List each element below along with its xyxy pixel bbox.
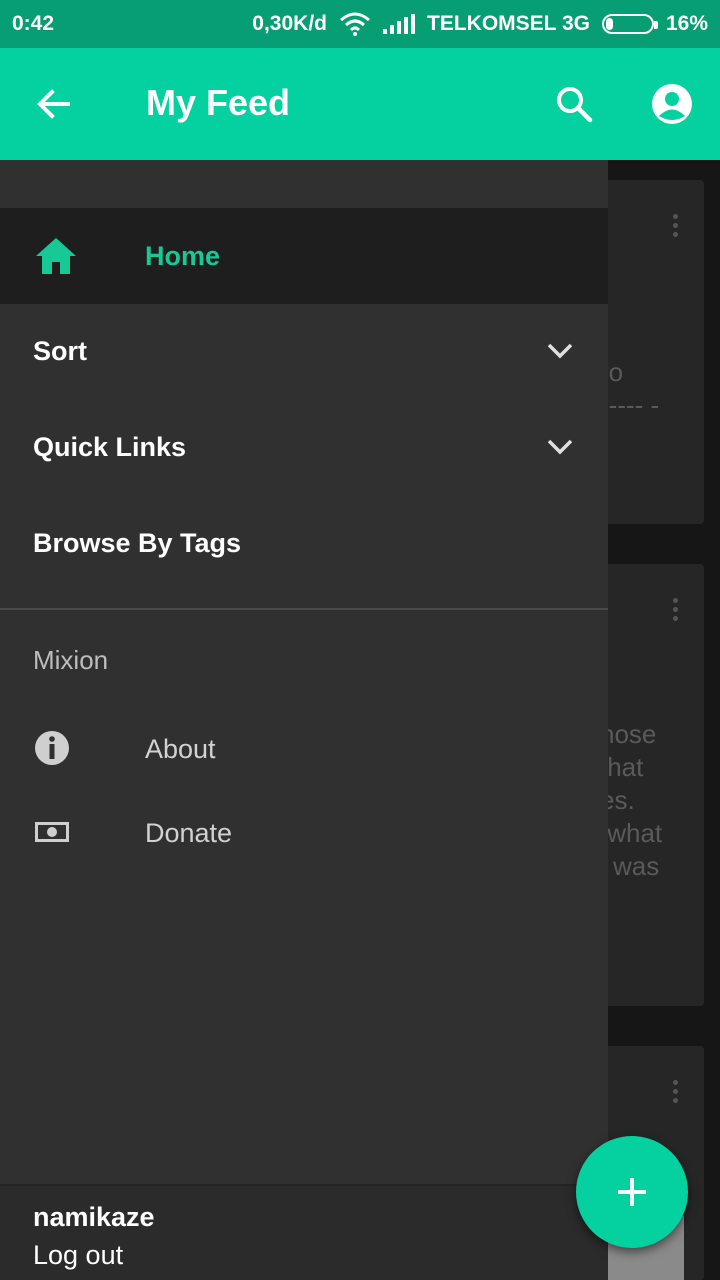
- drawer-item-quick-links[interactable]: Quick Links: [0, 400, 608, 496]
- username: namikaze: [33, 1202, 155, 1232]
- app-bar: My Feed: [0, 48, 720, 160]
- home-icon: [36, 238, 76, 274]
- battery-percent: 16%: [665, 12, 708, 35]
- navigation-drawer: Home Sort Quick Links Browse By Tags Mix…: [0, 160, 608, 1280]
- wifi-icon: [340, 12, 370, 36]
- arrow-back-icon[interactable]: [34, 84, 74, 124]
- battery-fill: [605, 18, 613, 30]
- drawer-item-about[interactable]: About: [0, 708, 608, 792]
- drawer-item-label: Sort: [33, 336, 87, 366]
- drawer-item-home[interactable]: Home: [0, 208, 608, 304]
- feed-card[interactable]: ro ----- -: [600, 180, 704, 524]
- chevron-down-icon: [547, 343, 573, 359]
- search-icon[interactable]: [554, 84, 594, 124]
- feed-card[interactable]: hose that es. what i was: [600, 564, 704, 1006]
- net-speed: 0,30K/d: [252, 12, 327, 35]
- account-circle-icon[interactable]: [650, 82, 694, 126]
- feed-card-text: hose that es. what i was: [600, 719, 663, 881]
- status-bar: 0:42 0,30K/d TELKOMSEL 3G 16%: [0, 0, 720, 48]
- logout-link[interactable]: Log out: [33, 1240, 123, 1271]
- drawer-footer: namikaze Log out: [0, 1184, 608, 1280]
- drawer-item-label: Donate: [145, 818, 233, 848]
- drawer-item-label: Browse By Tags: [33, 528, 242, 558]
- more-options-icon[interactable]: [673, 214, 678, 237]
- add-icon: [618, 1178, 646, 1206]
- drawer-item-label: Quick Links: [33, 432, 187, 462]
- drawer-item-browse-by-tags[interactable]: Browse By Tags: [0, 496, 608, 592]
- drawer-item-donate[interactable]: Donate: [0, 792, 608, 876]
- drawer-item-sort[interactable]: Sort: [0, 304, 608, 400]
- add-fab-button[interactable]: [576, 1136, 688, 1248]
- chevron-down-icon: [547, 439, 573, 455]
- page-title: My Feed: [146, 82, 291, 123]
- signal-icon: [383, 14, 415, 34]
- drawer-item-label: About: [145, 734, 216, 764]
- more-options-icon[interactable]: [673, 598, 678, 621]
- more-options-icon[interactable]: [673, 1080, 678, 1103]
- drawer-section-title: Mixion: [33, 645, 109, 675]
- drawer-divider: [0, 608, 608, 610]
- battery-icon: [601, 14, 658, 34]
- info-icon: [35, 731, 69, 765]
- carrier-name: TELKOMSEL 3G: [427, 12, 590, 35]
- drawer-item-label: Home: [145, 241, 221, 271]
- status-time: 0:42: [12, 12, 55, 35]
- money-icon: [35, 822, 69, 842]
- feed-card-text: ro ----- -: [600, 357, 660, 420]
